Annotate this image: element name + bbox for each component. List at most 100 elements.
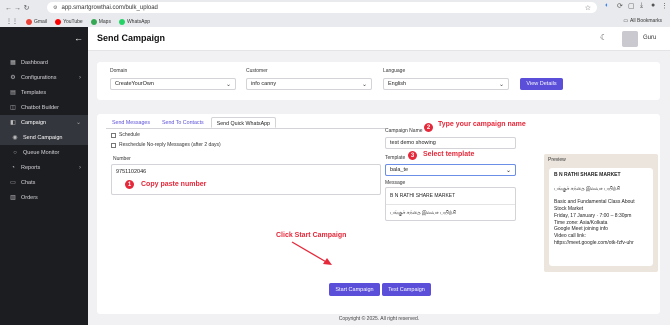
- bookmark-star-icon[interactable]: ☆: [585, 4, 591, 12]
- message-textarea[interactable]: B N RATHI SHARE MARKET பங்குச் சந்தை இலவ…: [385, 187, 516, 221]
- campaign-form-card: Send Messages Send To Contacts Send Quic…: [97, 114, 660, 314]
- bookmarks-bar: ⋮⋮ Gmail YouTube Maps WhatsApp ▭ All Book…: [0, 16, 670, 27]
- sidebar-item-send-campaign[interactable]: ◉ Send Campaign: [0, 130, 88, 145]
- avatar[interactable]: [622, 31, 638, 47]
- step-3-annotation: Select template: [423, 151, 475, 158]
- template-icon: ▤: [10, 89, 16, 96]
- domain-value: CreateYourOwn: [115, 81, 154, 87]
- sidebar-item-reports[interactable]: ◔ Reports ›: [0, 160, 88, 175]
- reschedule-label: Reschedule No-reply Messages (after 2 da…: [119, 142, 221, 148]
- tab-send-quick-whatsapp[interactable]: Send Quick WhatsApp: [210, 117, 276, 128]
- number-label: Number: [113, 156, 131, 162]
- page-title: Send Campaign: [97, 33, 166, 43]
- site-info-icon[interactable]: ⚙: [53, 5, 57, 11]
- preview-line: Time zone: Asia/Kolkata: [554, 219, 608, 226]
- dark-mode-icon[interactable]: ☾: [600, 33, 607, 42]
- sidebar-item-label: Campaign: [21, 119, 47, 126]
- top-bar: Send Campaign ☾ Guru: [88, 27, 670, 51]
- template-select[interactable]: bala_te ⌄: [385, 164, 516, 176]
- checkbox-box: [111, 132, 116, 138]
- domain-select[interactable]: CreateYourOwn ⌄: [110, 78, 236, 90]
- campaign-name-label: Campaign Name: [385, 128, 423, 134]
- step-2-badge: 2: [424, 123, 433, 132]
- gear-icon: ⚙: [10, 74, 16, 81]
- language-label: Language: [383, 68, 406, 74]
- menu-dots-icon[interactable]: ⋮: [661, 2, 668, 10]
- sidebar-item-chatbot-builder[interactable]: ◫ Chatbot Builder: [0, 100, 88, 115]
- browser-toolbar: ← → ↻ ⚙ app.smartgrowthai.com/bulk_uploa…: [0, 0, 670, 16]
- all-bookmarks[interactable]: ▭ All Bookmarks: [623, 18, 662, 24]
- preview-line: பங்குச் சந்தை இலவச பயிற்சி: [554, 185, 621, 192]
- message-label: Message: [385, 180, 406, 186]
- chevron-down-icon: ⌄: [225, 82, 231, 88]
- extensions-puzzle-icon[interactable]: ▢: [628, 2, 635, 10]
- schedule-label: Schedule: [119, 132, 140, 138]
- tab-send-to-contacts[interactable]: Send To Contacts: [157, 117, 209, 128]
- reload-icon[interactable]: ↻: [22, 4, 31, 12]
- sidebar-item-chats[interactable]: ▭ Chats: [0, 175, 88, 190]
- sidebar-item-queue-monitor[interactable]: ○ Queue Monitor: [0, 145, 88, 160]
- queue-icon: ○: [13, 149, 17, 156]
- step-1-annotation: Copy paste number: [141, 181, 207, 188]
- sync-icon[interactable]: ⟳: [617, 2, 623, 10]
- language-select[interactable]: English ⌄: [383, 78, 509, 90]
- chevron-down-icon: ⌄: [75, 120, 81, 126]
- bookmark-whatsapp[interactable]: WhatsApp: [118, 18, 150, 25]
- language-value: English: [388, 81, 407, 87]
- browser-chrome: ← → ↻ ⚙ app.smartgrowthai.com/bulk_uploa…: [0, 0, 670, 27]
- message-line: பங்குச் சந்தை இலவச பயிற்சி: [390, 210, 457, 216]
- user-name[interactable]: Guru: [643, 35, 656, 41]
- number-textarea[interactable]: 9751102046: [111, 164, 381, 195]
- tab-bar: Send Messages Send To Contacts Send Quic…: [107, 117, 278, 128]
- tab-send-messages[interactable]: Send Messages: [107, 117, 155, 128]
- view-details-button[interactable]: View Details: [520, 78, 563, 90]
- reschedule-checkbox[interactable]: Reschedule No-reply Messages (after 2 da…: [111, 142, 221, 148]
- orders-icon: ▥: [10, 194, 16, 201]
- sidebar-item-templates[interactable]: ▤ Templates: [0, 85, 88, 100]
- whatsapp-icon: [118, 18, 125, 25]
- back-icon[interactable]: ←: [4, 5, 13, 12]
- customer-select[interactable]: info canny ⌄: [246, 78, 372, 90]
- message-divider: [386, 204, 515, 205]
- chat-icon: ▭: [10, 179, 16, 186]
- message-preview: Preview B N RATHI SHARE MARKET பங்குச் ச…: [544, 154, 658, 272]
- sidebar-item-orders[interactable]: ▥ Orders: [0, 190, 88, 205]
- preview-spacer: [554, 192, 648, 199]
- sidebar-item-campaign[interactable]: ◧ Campaign ⌄: [0, 115, 88, 130]
- filters-card: Domain CreateYourOwn ⌄ Customer info cann…: [97, 62, 660, 100]
- main-content: Send Campaign ☾ Guru Domain CreateYourOw…: [88, 27, 670, 325]
- sidebar-item-label: Configurations: [21, 74, 57, 81]
- footer: Copyright © 2025. All right reserved.: [338, 316, 420, 322]
- collapse-sidebar-icon[interactable]: ←: [74, 33, 83, 43]
- extension-icon[interactable]: ◐: [605, 2, 609, 9]
- bookmark-maps[interactable]: Maps: [90, 18, 111, 25]
- sidebar-item-dashboard[interactable]: ▦ Dashboard: [0, 55, 88, 70]
- preview-line: B N RATHI SHARE MARKET: [554, 172, 621, 178]
- apps-grid-icon[interactable]: ⋮⋮: [6, 18, 18, 25]
- all-bookmarks-label: All Bookmarks: [630, 18, 662, 24]
- test-campaign-button[interactable]: Test Campaign: [382, 283, 431, 296]
- customer-label: Customer: [246, 68, 268, 74]
- chevron-right-icon: ›: [79, 164, 81, 171]
- chevron-down-icon: ⌄: [498, 82, 504, 88]
- grid-icon: ▦: [10, 59, 16, 66]
- chevron-down-icon: ⌄: [505, 168, 511, 174]
- start-campaign-button[interactable]: Start Campaign: [329, 283, 380, 296]
- sidebar-item-configurations[interactable]: ⚙ Configurations ›: [0, 70, 88, 85]
- preview-bubble: B N RATHI SHARE MARKET பங்குச் சந்தை இலவ…: [549, 168, 653, 266]
- preview-spacer: [554, 179, 648, 186]
- downloads-icon[interactable]: ⤓: [640, 2, 643, 10]
- preview-line: Basic and Fundamental Class About: [554, 199, 635, 206]
- bookmark-youtube[interactable]: YouTube: [55, 18, 83, 25]
- bookmark-gmail[interactable]: Gmail: [26, 18, 47, 25]
- message-line: B N RATHI SHARE MARKET: [390, 193, 456, 199]
- sidebar-item-label: Templates: [21, 89, 47, 96]
- address-bar[interactable]: ⚙ app.smartgrowthai.com/bulk_upload ☆: [47, 2, 597, 13]
- schedule-checkbox[interactable]: Schedule: [111, 132, 140, 138]
- template-label: Template: [385, 155, 406, 161]
- profile-icon[interactable]: ●: [651, 2, 655, 9]
- report-icon: ◔: [11, 164, 15, 171]
- sidebar-item-label: Reports: [21, 164, 41, 171]
- campaign-name-input[interactable]: test demo showing: [385, 137, 516, 149]
- forward-icon[interactable]: →: [13, 5, 22, 12]
